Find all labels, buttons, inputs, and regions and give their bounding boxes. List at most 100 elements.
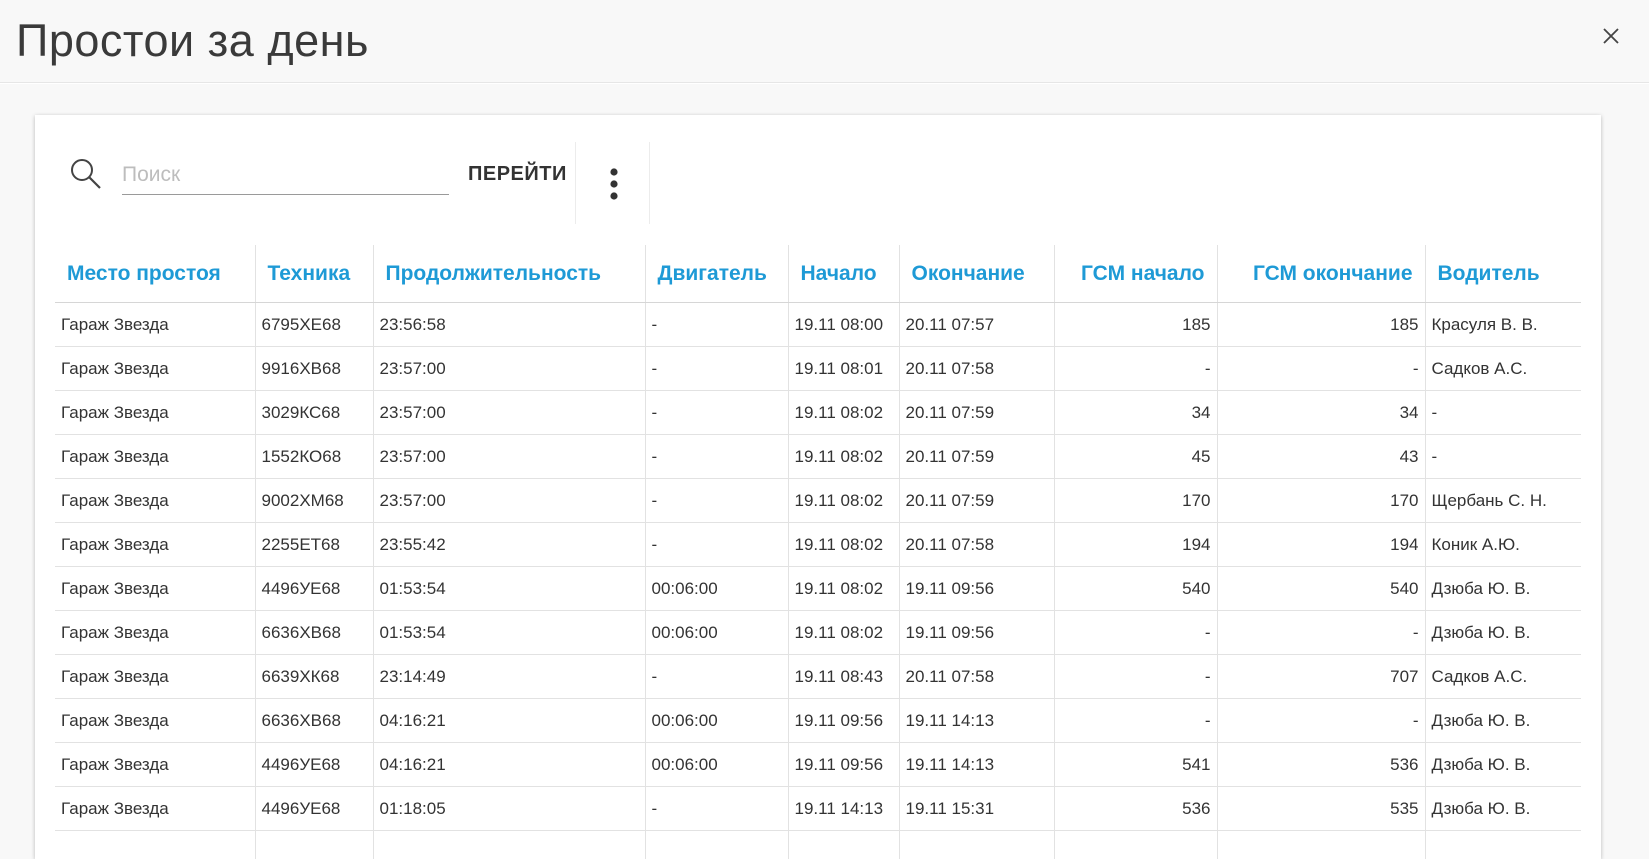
cell-location: Гараж Звезда [55,434,255,479]
cell-end: 20.11 07:58 [898,346,1054,391]
table-body: Гараж Звезда 6795ХЕ68 23:56:58-19.11 08:00… [55,302,1581,859]
column-header-vehicle[interactable]: Техника [254,245,373,303]
cell-fuel-end: 535 [1216,786,1425,831]
table-row[interactable]: Гараж Звезда 4496УЕ68 01:18:05-19.11 14:13… [55,786,1581,831]
cell-driver: Дзюба Ю. В. [1424,610,1581,655]
table-row[interactable]: Гараж Звезда 4496УЕ68 01:53:54 00:06:00 19.1… [55,566,1581,611]
cell-vehicle: 4496УЕ68 [254,786,373,831]
cell-fuel-end: - [1216,346,1425,391]
cell-duration: 23:57:00 [372,346,645,391]
column-header-start[interactable]: Начало [787,245,899,303]
cell-engine [644,830,788,859]
cell-end: 19.11 09:56 [898,566,1054,611]
table-row[interactable]: Гараж Звезда 6636ХВ68 01:53:54 00:06:00 19.1… [55,610,1581,655]
column-header-end[interactable]: Окончание [898,245,1054,303]
cell-driver: Дзюба Ю. В. [1424,566,1581,611]
cell-vehicle: 6636ХВ68 [254,698,373,743]
cell-location: Гараж Звезда [55,742,255,787]
cell-fuel-start: - [1053,698,1217,743]
cell-fuel-start: 170 [1053,478,1217,523]
toolbar-divider [649,142,650,224]
table-row[interactable]: Гараж Звезда 6636ХВ68 04:16:21 00:06:00 19.1… [55,698,1581,743]
table-row[interactable]: Гараж Звезда 3029КС68 23:57:00-19.11 08:02… [55,390,1581,435]
cell-fuel-end: - [1216,610,1425,655]
report-card: ПЕРЕЙТИ Место простояТехникаПродолжитель… [35,115,1601,859]
page-title: Простои за день [16,15,369,66]
cell-engine: 00:06:00 [644,610,788,655]
cell-fuel-start [1053,830,1217,859]
table-row[interactable]: Гараж Звезда 2255ЕТ68 23:55:42-19.11 08:02… [55,522,1581,567]
table-row[interactable]: Гараж Звезда 9916ХВ68 23:57:00-19.11 08:01… [55,346,1581,391]
search-input[interactable] [122,155,449,195]
cell-end: 20.11 07:58 [898,522,1054,567]
cell-engine: - [644,478,788,523]
column-header-duration[interactable]: Продолжительность [372,245,645,303]
cell-fuel-end: 34 [1216,390,1425,435]
cell-driver: Садков А.С. [1424,654,1581,699]
cell-vehicle: 6795ХЕ68 [254,302,373,347]
cell-duration: 23:57:00 [372,478,645,523]
cell-location: Гараж Звезда [55,698,255,743]
cell-start: 19.11 08:02 [787,478,899,523]
close-button[interactable] [1599,24,1623,48]
column-header-fuel-start[interactable]: ГСМ начало [1053,245,1217,303]
cell-driver: Коник А.Ю. [1424,522,1581,567]
cell-engine: - [644,390,788,435]
cell-fuel-start: 540 [1053,566,1217,611]
cell-vehicle: 9002ХМ68 [254,478,373,523]
table-row[interactable]: Гараж Звезда 6639ХК68 23:14:49-19.11 08:43… [55,654,1581,699]
cell-duration: 01:18:05 [372,786,645,831]
column-header-engine[interactable]: Двигатель [644,245,788,303]
cell-engine: - [644,786,788,831]
cell-location: Гараж Звезда [55,390,255,435]
cell-vehicle: 6639ХК68 [254,654,373,699]
cell-end: 20.11 07:59 [898,478,1054,523]
cell-start: 19.11 08:02 [787,434,899,479]
table-row[interactable]: Гараж Звезда 9002ХМ68 23:57:00-19.11 08:02… [55,478,1581,523]
cell-end: 20.11 07:58 [898,654,1054,699]
cell-driver: Красуля В. В. [1424,302,1581,347]
search-icon [71,159,101,189]
column-header-location[interactable]: Место простоя [55,245,255,303]
cell-engine: - [644,346,788,391]
column-header-fuel-end[interactable]: ГСМ окончание [1216,245,1425,303]
more-options-button[interactable] [601,167,627,205]
cell-vehicle: 3029КС68 [254,390,373,435]
cell-start: 19.11 09:56 [787,742,899,787]
go-button[interactable]: ПЕРЕЙТИ [460,159,575,189]
cell-duration: 01:53:54 [372,610,645,655]
cell-location [55,830,255,859]
cell-fuel-start: - [1053,610,1217,655]
cell-end: 20.11 07:59 [898,434,1054,479]
cell-fuel-start: - [1053,346,1217,391]
cell-start [787,830,899,859]
cell-duration: 04:16:21 [372,742,645,787]
downtime-table: Место простоя Техника Продолжительность Дви… [55,245,1581,859]
cell-duration: 04:16:21 [372,698,645,743]
cell-engine: - [644,434,788,479]
cell-vehicle: 2255ЕТ68 [254,522,373,567]
cell-vehicle: 4496УЕ68 [254,742,373,787]
cell-fuel-end: 536 [1216,742,1425,787]
cell-engine: 00:06:00 [644,566,788,611]
cell-fuel-start: 541 [1053,742,1217,787]
cell-location: Гараж Звезда [55,610,255,655]
cell-fuel-start: 185 [1053,302,1217,347]
cell-duration: 23:14:49 [372,654,645,699]
table-row[interactable]: Гараж Звезда 6795ХЕ68 23:56:58-19.11 08:00… [55,302,1581,347]
cell-vehicle [254,830,373,859]
cell-fuel-end: 170 [1216,478,1425,523]
cell-driver: - [1424,434,1581,479]
cell-start: 19.11 14:13 [787,786,899,831]
column-header-driver[interactable]: Водитель [1424,245,1581,303]
cell-vehicle: 1552КО68 [254,434,373,479]
cell-fuel-end: 43 [1216,434,1425,479]
cell-end: 19.11 09:56 [898,610,1054,655]
cell-driver: Дзюба Ю. В. [1424,698,1581,743]
cell-location: Гараж Звезда [55,654,255,699]
table-row[interactable] [55,830,1581,859]
cell-start: 19.11 08:02 [787,566,899,611]
cell-end: 19.11 15:31 [898,786,1054,831]
table-row[interactable]: Гараж Звезда 4496УЕ68 04:16:21 00:06:00 19.1… [55,742,1581,787]
table-row[interactable]: Гараж Звезда 1552КО68 23:57:00-19.11 08:02… [55,434,1581,479]
